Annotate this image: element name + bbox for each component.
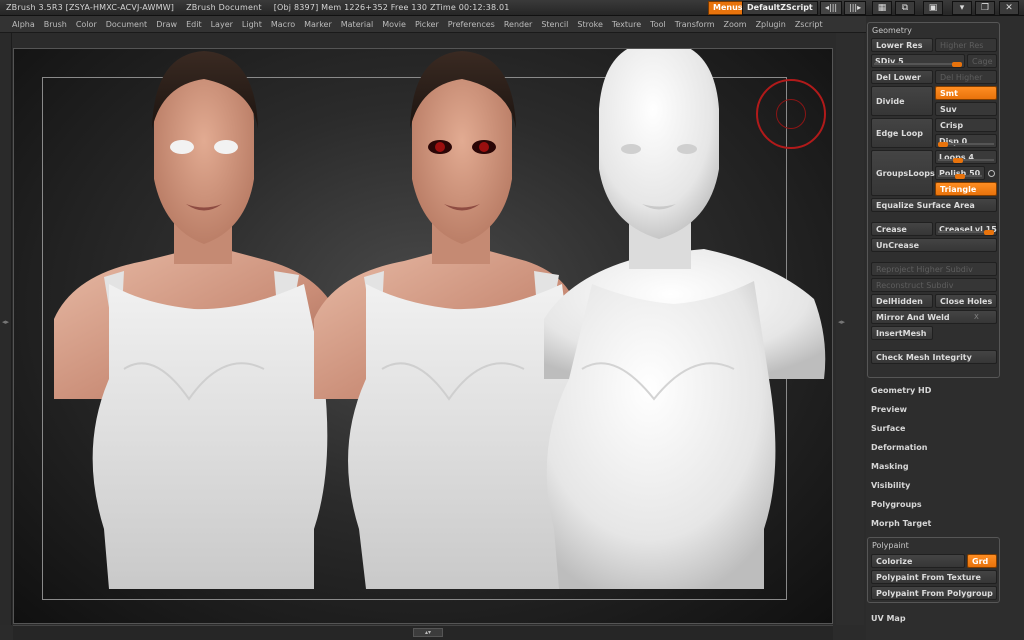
higher-res-button[interactable]: Higher Res	[935, 38, 997, 52]
menu-tool[interactable]: Tool	[650, 20, 666, 29]
cage-button[interactable]: Cage	[967, 54, 997, 68]
del-lower-button[interactable]: Del Lower	[871, 70, 933, 84]
subpalette-masking[interactable]: Masking	[871, 462, 909, 471]
save-icon[interactable]: ▣	[923, 1, 943, 15]
menu-color[interactable]: Color	[76, 20, 97, 29]
menu-light[interactable]: Light	[242, 20, 262, 29]
layout-icon[interactable]: ▦	[872, 1, 892, 15]
menu-layer[interactable]: Layer	[211, 20, 233, 29]
geometry-panel: Geometry Lower Res Higher Res SDiv 5 Cag…	[867, 22, 1000, 378]
loops-slider[interactable]: Loops 4	[935, 150, 997, 164]
subpalette-polygroups[interactable]: Polygroups	[871, 500, 922, 509]
check-mesh-integrity-button[interactable]: Check Mesh Integrity	[871, 350, 997, 364]
menu-bar: Alpha Brush Color Document Draw Edit Lay…	[0, 16, 866, 33]
edge-loop-button[interactable]: Edge Loop	[871, 118, 933, 148]
polish-slider[interactable]: Polish 50	[935, 166, 985, 180]
polypaint-panel: Polypaint Colorize Grd Polypaint From Te…	[867, 537, 1000, 603]
document-title: ZBrush Document	[186, 3, 262, 12]
suv-toggle[interactable]: Suv	[935, 102, 997, 116]
status-stats: [Obj 8397] Mem 1226+352 Free 130 ZTime 0…	[273, 3, 510, 12]
bottom-tray[interactable]: ▴▾	[13, 625, 833, 640]
menu-zoom[interactable]: Zoom	[724, 20, 747, 29]
tray-arrow-icon[interactable]: ◂▸	[2, 318, 9, 326]
menu-zscript[interactable]: Zscript	[795, 20, 823, 29]
menu-movie[interactable]: Movie	[382, 20, 406, 29]
subpalette-surface[interactable]: Surface	[871, 424, 905, 433]
polish-toggle-icon[interactable]	[988, 170, 995, 177]
menu-edit[interactable]: Edit	[186, 20, 202, 29]
bust-model-skin-white-eyes[interactable]	[54, 51, 339, 589]
insert-mesh-button[interactable]: InsertMesh	[871, 326, 933, 340]
polypaint-title[interactable]: Polypaint	[872, 541, 909, 550]
groups-loops-button[interactable]: GroupsLoops	[871, 150, 935, 196]
tray-arrow-icon[interactable]: ▴▾	[413, 628, 443, 637]
close-icon[interactable]: ✕	[999, 1, 1019, 15]
menu-stencil[interactable]: Stencil	[541, 20, 568, 29]
menu-brush[interactable]: Brush	[44, 20, 67, 29]
reconstruct-subdiv-button[interactable]: Reconstruct Subdiv	[871, 278, 997, 292]
sdiv-slider[interactable]: SDiv 5	[871, 54, 965, 68]
windows-icon[interactable]: ⧉	[895, 1, 915, 15]
geometry-title[interactable]: Geometry	[872, 26, 912, 35]
menu-macro[interactable]: Macro	[271, 20, 295, 29]
bust-model-skin-red-eyes[interactable]	[314, 51, 579, 589]
divide-button[interactable]: Divide	[871, 86, 933, 116]
close-holes-button[interactable]: Close Holes	[935, 294, 997, 308]
app-title: ZBrush 3.5R3 [ZSYA-HMXC-ACVJ-AWMW]	[6, 3, 175, 12]
subpalette-morph-target[interactable]: Morph Target	[871, 519, 931, 528]
menu-zplugin[interactable]: Zplugin	[756, 20, 786, 29]
document-canvas[interactable]	[13, 48, 833, 624]
crisp-toggle[interactable]: Crisp	[935, 118, 997, 132]
subpalette-uv-map[interactable]: UV Map	[871, 614, 906, 623]
menu-stroke[interactable]: Stroke	[577, 20, 603, 29]
menu-texture[interactable]: Texture	[612, 20, 641, 29]
disp-slider[interactable]: Disp 0	[935, 134, 997, 148]
reproject-higher-subdiv-button[interactable]: Reproject Higher Subdiv	[871, 262, 997, 276]
tool-palette: Geometry Lower Res Higher Res SDiv 5 Cag…	[866, 16, 1024, 640]
triangle-toggle[interactable]: Triangle	[935, 182, 997, 196]
title-bar: ZBrush 3.5R3 [ZSYA-HMXC-ACVJ-AWMW] ZBrus…	[0, 0, 1024, 16]
restore-icon[interactable]: ❐	[975, 1, 995, 15]
menu-draw[interactable]: Draw	[156, 20, 177, 29]
menu-document[interactable]: Document	[106, 20, 147, 29]
default-zscript-button[interactable]: DefaultZScript	[742, 1, 818, 15]
crease-level-slider[interactable]: CreaseLvl 15	[935, 222, 997, 236]
scroll-right-button[interactable]: |||▸	[844, 1, 867, 15]
equalize-surface-area-button[interactable]: Equalize Surface Area	[871, 198, 997, 212]
menu-transform[interactable]: Transform	[675, 20, 715, 29]
navigation-ring[interactable]	[756, 79, 826, 149]
right-tray[interactable]: ◂▸	[836, 33, 864, 625]
menu-material[interactable]: Material	[341, 20, 374, 29]
smt-toggle[interactable]: Smt	[935, 86, 997, 100]
left-tray[interactable]: ◂▸	[0, 33, 12, 625]
mirror-axis-x[interactable]: X	[974, 313, 979, 321]
lower-res-button[interactable]: Lower Res	[871, 38, 933, 52]
model-viewport[interactable]	[14, 49, 833, 624]
subpalette-deformation[interactable]: Deformation	[871, 443, 927, 452]
polypaint-from-polygroup-button[interactable]: Polypaint From Polygroup	[871, 586, 997, 600]
del-hidden-button[interactable]: DelHidden	[871, 294, 933, 308]
navigation-inner-ring[interactable]	[776, 99, 806, 129]
menu-preferences[interactable]: Preferences	[448, 20, 495, 29]
del-higher-button[interactable]: Del Higher	[935, 70, 997, 84]
menu-marker[interactable]: Marker	[304, 20, 332, 29]
minimize-icon[interactable]: ▾	[952, 1, 972, 15]
subpalette-geometry-hd[interactable]: Geometry HD	[871, 386, 931, 395]
subpalette-preview[interactable]: Preview	[871, 405, 907, 414]
uncrease-button[interactable]: UnCrease	[871, 238, 997, 252]
menu-picker[interactable]: Picker	[415, 20, 439, 29]
menu-render[interactable]: Render	[504, 20, 532, 29]
tray-arrow-icon[interactable]: ◂▸	[838, 318, 845, 326]
grd-toggle[interactable]: Grd	[967, 554, 997, 568]
crease-button[interactable]: Crease	[871, 222, 933, 236]
menu-alpha[interactable]: Alpha	[12, 20, 35, 29]
colorize-toggle[interactable]: Colorize	[871, 554, 965, 568]
scroll-left-button[interactable]: ◂|||	[820, 1, 843, 15]
polypaint-from-texture-button[interactable]: Polypaint From Texture	[871, 570, 997, 584]
subpalette-visibility[interactable]: Visibility	[871, 481, 910, 490]
